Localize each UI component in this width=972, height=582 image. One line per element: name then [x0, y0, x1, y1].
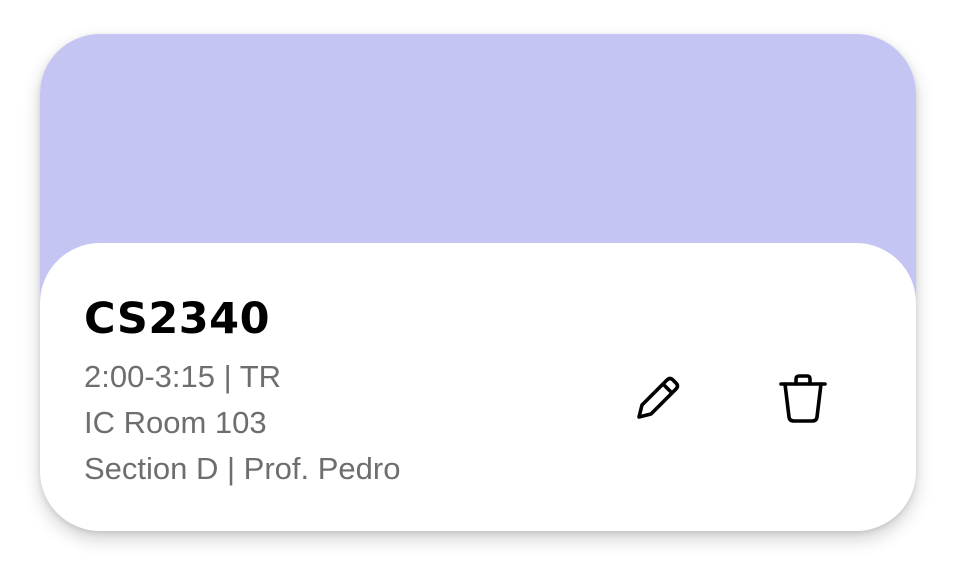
course-code: CS2340	[84, 294, 271, 344]
pencil-icon	[637, 376, 680, 419]
app-screen: CS2340 2:00-3:15 | TR IC Room 103 Sectio…	[0, 0, 972, 582]
course-card[interactable]: CS2340 2:00-3:15 | TR IC Room 103 Sectio…	[40, 34, 916, 531]
course-card-body: CS2340 2:00-3:15 | TR IC Room 103 Sectio…	[40, 243, 916, 531]
edit-button[interactable]	[623, 363, 693, 433]
trash-icon	[779, 374, 827, 423]
course-section-instructor: Section D | Prof. Pedro	[84, 451, 401, 486]
course-schedule: 2:00-3:15 | TR	[84, 359, 282, 394]
course-room: IC Room 103	[84, 405, 267, 440]
delete-button[interactable]	[768, 363, 838, 433]
